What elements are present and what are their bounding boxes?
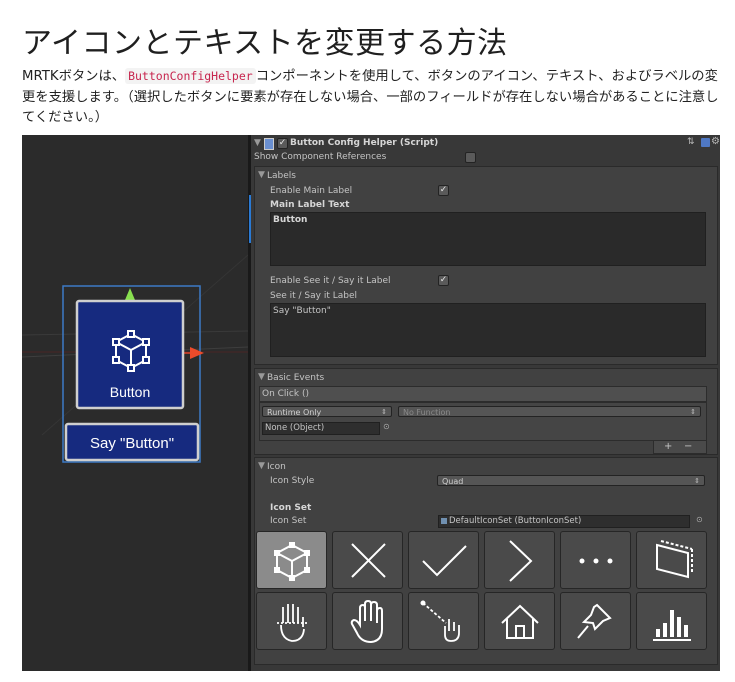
icon-tile-chevron[interactable]: [484, 531, 555, 589]
scene-button-label: Button: [110, 384, 150, 400]
icon-header[interactable]: Icon: [267, 462, 286, 472]
icon-set-value: DefaultIconSet (ButtonIconSet): [449, 516, 582, 526]
icon-tile-hand-ray[interactable]: [256, 592, 327, 650]
hand-pointer-icon: [420, 600, 460, 642]
inspector-panel: ▼ ✓ Button Config Helper (Script) ⇅ ⚙ Sh…: [251, 135, 720, 671]
function-value: No Function: [403, 408, 451, 417]
icon-set-picker-icon[interactable]: ⊙: [696, 515, 703, 524]
intro-paragraph: MRTKボタンは、 ButtonConfigHelper コンポーネントを使用して、…: [22, 66, 722, 129]
asset-icon: [441, 518, 447, 524]
function-arrow-icon: ⇕: [690, 408, 696, 416]
list-controls: + −: [653, 440, 707, 454]
gizmo-y-arrow: [125, 288, 135, 300]
more-icon: [579, 558, 613, 564]
enable-seeit-checkbox[interactable]: ✓: [438, 275, 449, 286]
hand-icon: [350, 599, 383, 644]
icon-style-label: Icon Style: [270, 476, 315, 486]
add-event-button[interactable]: +: [664, 441, 672, 452]
script-icon: [264, 138, 274, 150]
icon-tile-checkmark[interactable]: [408, 531, 479, 589]
scene-view: Button Say "Button": [22, 135, 248, 671]
adjust-icon: [656, 540, 693, 579]
basic-events-panel: ▼ Basic Events On Click () Runtime Only ⇕…: [254, 368, 718, 455]
main-text-value: Button: [273, 215, 308, 225]
preset-icon[interactable]: ⇅: [687, 137, 695, 147]
main-text-field[interactable]: Button: [270, 212, 706, 266]
foldout-arrow-icon[interactable]: ▼: [254, 138, 261, 148]
gear-icon[interactable]: ⚙: [711, 136, 720, 147]
enable-seeit-label: Enable See it / Say it Label: [270, 276, 391, 286]
icon-style-arrow-icon: ⇕: [694, 477, 700, 485]
object-field[interactable]: None (Object): [262, 422, 380, 435]
help-icon[interactable]: [701, 138, 710, 147]
icon-tile-close[interactable]: [332, 531, 403, 589]
icon-tile-cube[interactable]: [256, 531, 327, 589]
seeit-text-value: Say "Button": [273, 306, 331, 316]
icon-tile-pin[interactable]: [560, 592, 631, 650]
enable-main-label: Enable Main Label: [270, 186, 353, 196]
onclick-label: On Click (): [262, 389, 309, 399]
pin-icon: [577, 603, 612, 639]
scene-svg: Button Say "Button": [22, 254, 248, 463]
checkmark-icon: [422, 545, 467, 577]
labels-header[interactable]: Labels: [267, 171, 296, 181]
labels-foldout-icon[interactable]: ▼: [258, 170, 265, 180]
object-value: None (Object): [265, 423, 325, 433]
chevron-right-icon: [509, 540, 533, 582]
intro-code: ButtonConfigHelper: [125, 68, 256, 84]
unity-screenshot: Button Say "Button" ▼ ✓ Button Config He…: [22, 135, 720, 671]
cube-icon: [274, 542, 310, 581]
icon-tile-home[interactable]: [484, 592, 555, 650]
show-refs-label: Show Component References: [254, 152, 387, 162]
icon-tile-chart[interactable]: [636, 592, 707, 650]
close-icon: [351, 543, 386, 578]
icon-tile-hand[interactable]: [332, 592, 403, 650]
icon-set-header: Icon Set: [270, 503, 312, 513]
icon-tile-adjust[interactable]: [636, 531, 707, 589]
icon-tile-more[interactable]: [560, 531, 631, 589]
intro-text-start: MRTKボタンは、: [22, 69, 126, 84]
onclick-header-bar: On Click (): [259, 386, 707, 402]
home-icon: [501, 604, 539, 639]
component-title: Button Config Helper (Script): [290, 138, 439, 148]
basic-events-header[interactable]: Basic Events: [267, 373, 324, 383]
remove-event-button[interactable]: −: [684, 441, 692, 452]
onclick-list: Runtime Only ⇕ No Function ⇕ None (Object)…: [259, 402, 707, 441]
events-foldout-icon[interactable]: ▼: [258, 372, 265, 382]
component-enabled-checkbox[interactable]: ✓: [277, 138, 288, 149]
show-refs-checkbox[interactable]: [465, 152, 476, 163]
chart-icon: [653, 610, 691, 641]
runtime-value: Runtime Only: [267, 408, 322, 417]
object-picker-icon[interactable]: ⊙: [383, 422, 390, 431]
function-dropdown[interactable]: No Function ⇕: [398, 406, 701, 417]
icon-style-dropdown[interactable]: Quad ⇕: [437, 475, 705, 486]
main-text-header: Main Label Text: [270, 200, 350, 210]
page-heading: アイコンとテキストを変更する方法: [22, 26, 508, 61]
icon-tile-hand-pointer[interactable]: [408, 592, 479, 650]
icon-foldout-icon[interactable]: ▼: [258, 461, 265, 471]
runtime-dropdown[interactable]: Runtime Only ⇕: [262, 406, 392, 417]
seeit-text-field[interactable]: Say "Button": [270, 303, 706, 357]
icon-panel: ▼ Icon Icon Style Quad ⇕ Icon Set Icon Se…: [254, 457, 718, 665]
icon-style-value: Quad: [442, 477, 464, 486]
labels-panel: ▼ Labels Enable Main Label ✓ Main Label …: [254, 166, 718, 365]
seeit-header: See it / Say it Label: [270, 291, 358, 301]
icon-set-field[interactable]: DefaultIconSet (ButtonIconSet): [438, 515, 690, 528]
scene-say-label: Say "Button": [90, 435, 174, 452]
icon-set-label: Icon Set: [270, 516, 307, 526]
runtime-arrow-icon: ⇕: [381, 408, 387, 416]
enable-main-checkbox[interactable]: ✓: [438, 185, 449, 196]
hand-ray-icon: [277, 604, 307, 642]
